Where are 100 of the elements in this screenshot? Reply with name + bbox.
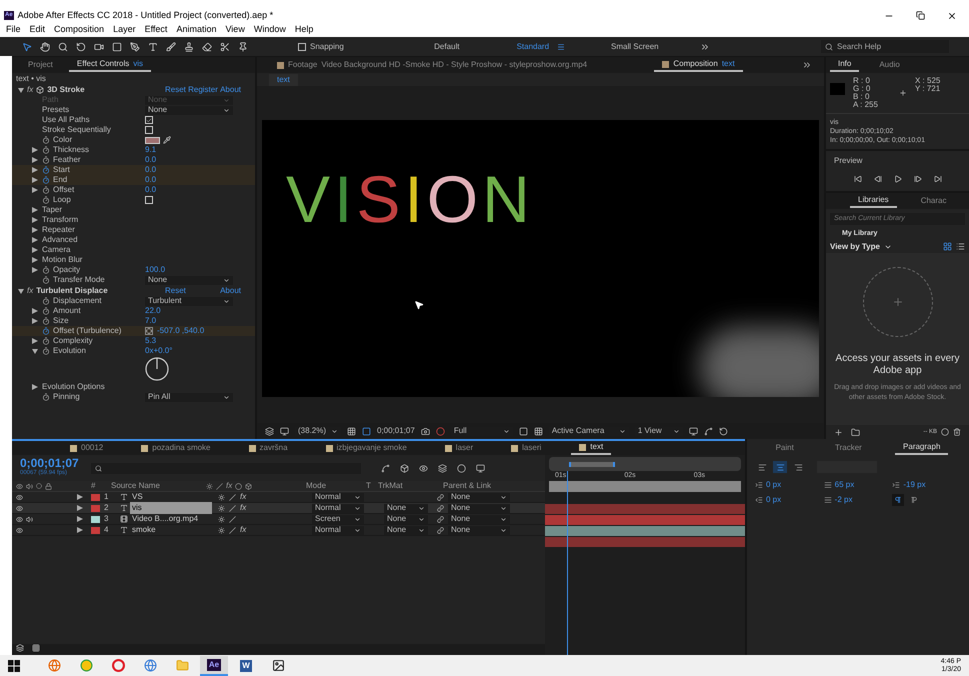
grid-icon[interactable] bbox=[347, 426, 356, 436]
stopwatch-icon[interactable] bbox=[42, 186, 50, 194]
dropdown[interactable]: Pin All bbox=[145, 392, 233, 402]
menu-item[interactable]: Effect bbox=[144, 23, 168, 37]
layer-name[interactable]: VS bbox=[130, 491, 212, 503]
transparency-grid-icon[interactable] bbox=[534, 426, 543, 436]
grid-view-icon[interactable] bbox=[943, 242, 952, 251]
twirl-open-icon[interactable] bbox=[18, 288, 24, 294]
property-value[interactable]: -507.0 ,540.0 bbox=[157, 325, 204, 337]
stopwatch-icon[interactable] bbox=[42, 156, 50, 164]
menu-item[interactable]: Layer bbox=[113, 23, 136, 37]
panel-tab[interactable]: izbjegavanje smoke bbox=[318, 441, 415, 455]
hand-tool-button[interactable] bbox=[38, 40, 52, 54]
stopwatch-icon[interactable] bbox=[42, 393, 50, 401]
add-icon[interactable] bbox=[834, 428, 843, 436]
flowchart-icon[interactable] bbox=[380, 464, 390, 472]
pick-whip-icon[interactable] bbox=[437, 516, 444, 522]
stopwatch-icon[interactable] bbox=[42, 337, 50, 345]
pick-whip-icon[interactable] bbox=[437, 504, 444, 512]
snapping-checkbox[interactable]: Snapping bbox=[298, 40, 344, 52]
twirl-closed-icon[interactable] bbox=[32, 177, 38, 183]
property-value[interactable]: 22.0 bbox=[145, 305, 161, 317]
menu-item[interactable]: Edit bbox=[30, 23, 46, 37]
panel-tab[interactable]: Libraries bbox=[850, 194, 897, 208]
layer-switches-icon[interactable] bbox=[16, 644, 24, 652]
dropdown[interactable]: None bbox=[384, 504, 428, 512]
property-value[interactable]: 0.0 bbox=[145, 164, 156, 176]
audio-icon[interactable] bbox=[26, 516, 33, 522]
label-color[interactable] bbox=[91, 504, 100, 512]
panel-tab[interactable]: Paint bbox=[768, 441, 802, 455]
eyedropper-icon[interactable] bbox=[163, 136, 171, 144]
twirl-closed-icon[interactable] bbox=[32, 308, 38, 314]
twirl-closed-icon[interactable] bbox=[32, 318, 38, 324]
workspace-tab[interactable]: Standard bbox=[496, 40, 586, 52]
twirl-open-icon[interactable] bbox=[18, 86, 24, 92]
stopwatch-icon[interactable] bbox=[42, 166, 50, 174]
menu-item[interactable]: File bbox=[6, 23, 21, 37]
taskbar-button[interactable]: Ae bbox=[200, 656, 228, 676]
panel-tab[interactable]: 00012 bbox=[62, 441, 112, 455]
twirl-closed-icon[interactable] bbox=[32, 207, 38, 213]
panel-tab[interactable]: Footage Video Background HD -Smoke HD - Style Proshow - styleproshow.org.mp4 bbox=[269, 58, 596, 72]
workspace-tab[interactable]: Default bbox=[402, 40, 492, 52]
overflow-icon[interactable] bbox=[700, 42, 710, 52]
previous-frame-icon[interactable] bbox=[874, 175, 882, 183]
layer-name[interactable]: Video B....org.mp4 bbox=[130, 513, 212, 525]
dropdown[interactable]: None bbox=[145, 276, 233, 284]
panel-tab[interactable]: laser bbox=[436, 441, 482, 455]
region-icon[interactable] bbox=[362, 426, 371, 436]
label-color[interactable] bbox=[91, 526, 100, 534]
effect-switch[interactable]: fx bbox=[240, 502, 246, 514]
panel-tab[interactable]: Audio bbox=[871, 58, 908, 72]
dropdown[interactable]: None bbox=[448, 514, 510, 524]
twirl-closed-icon[interactable] bbox=[32, 384, 38, 390]
motion-blur-icon[interactable] bbox=[456, 464, 466, 472]
stopwatch-icon[interactable] bbox=[42, 276, 50, 284]
twirl-closed-icon[interactable] bbox=[32, 187, 38, 193]
layer-duration-bar[interactable] bbox=[545, 526, 745, 536]
layer-row[interactable]: 2 vis fx Normal None None bbox=[12, 503, 545, 514]
checkbox[interactable] bbox=[145, 116, 153, 124]
color-swatch[interactable] bbox=[145, 136, 160, 144]
effect-link[interactable]: About bbox=[220, 84, 241, 96]
layer-name[interactable]: smoke bbox=[130, 524, 212, 536]
dropdown[interactable]: None bbox=[384, 514, 428, 524]
twirl-closed-icon[interactable] bbox=[32, 338, 38, 344]
view-by-type-menu[interactable]: View by Type bbox=[830, 240, 892, 252]
twirl-open-icon[interactable] bbox=[32, 348, 38, 354]
property-value[interactable]: 0.0 bbox=[145, 184, 156, 196]
angle-dial[interactable] bbox=[145, 357, 169, 381]
property-value[interactable]: 7.0 bbox=[145, 315, 156, 327]
direction-button[interactable] bbox=[892, 494, 904, 506]
stopwatch-icon[interactable] bbox=[42, 196, 50, 204]
panel-tab[interactable]: laseri bbox=[503, 441, 550, 455]
flowchart-icon[interactable] bbox=[704, 426, 713, 436]
effect-link[interactable]: Register bbox=[188, 84, 218, 96]
stopwatch-icon[interactable] bbox=[42, 297, 50, 305]
checkbox[interactable] bbox=[145, 196, 153, 204]
pick-whip-icon[interactable] bbox=[437, 526, 444, 534]
pick-whip-icon[interactable] bbox=[437, 494, 444, 500]
dropdown[interactable]: None bbox=[448, 526, 510, 534]
checkbox[interactable] bbox=[145, 126, 153, 134]
panel-tab[interactable]: Charac bbox=[912, 194, 954, 208]
spacing-value[interactable]: 65 px bbox=[834, 479, 854, 491]
visibility-icon[interactable] bbox=[16, 526, 23, 534]
start-icon[interactable] bbox=[8, 660, 20, 672]
twirl-closed-icon[interactable] bbox=[32, 257, 38, 263]
snapshot-icon[interactable] bbox=[420, 426, 430, 436]
label-color[interactable] bbox=[91, 516, 100, 522]
layers-icon[interactable] bbox=[265, 426, 274, 436]
property-value[interactable]: 100.0 bbox=[145, 264, 166, 276]
trash-icon[interactable] bbox=[953, 428, 961, 436]
dropdown[interactable]: None bbox=[384, 526, 428, 534]
stopwatch-icon[interactable] bbox=[42, 136, 50, 144]
visibility-icon[interactable] bbox=[16, 516, 23, 522]
panel-tab[interactable]: pozadina smoke bbox=[133, 441, 219, 455]
shy-switch-icon[interactable] bbox=[218, 526, 225, 534]
panel-tab[interactable]: Tracker bbox=[827, 441, 870, 455]
twirl-closed-icon[interactable] bbox=[32, 227, 38, 233]
stopwatch-icon[interactable] bbox=[42, 146, 50, 154]
frame-blending-icon[interactable] bbox=[438, 464, 447, 472]
next-frame-icon[interactable] bbox=[914, 175, 922, 183]
